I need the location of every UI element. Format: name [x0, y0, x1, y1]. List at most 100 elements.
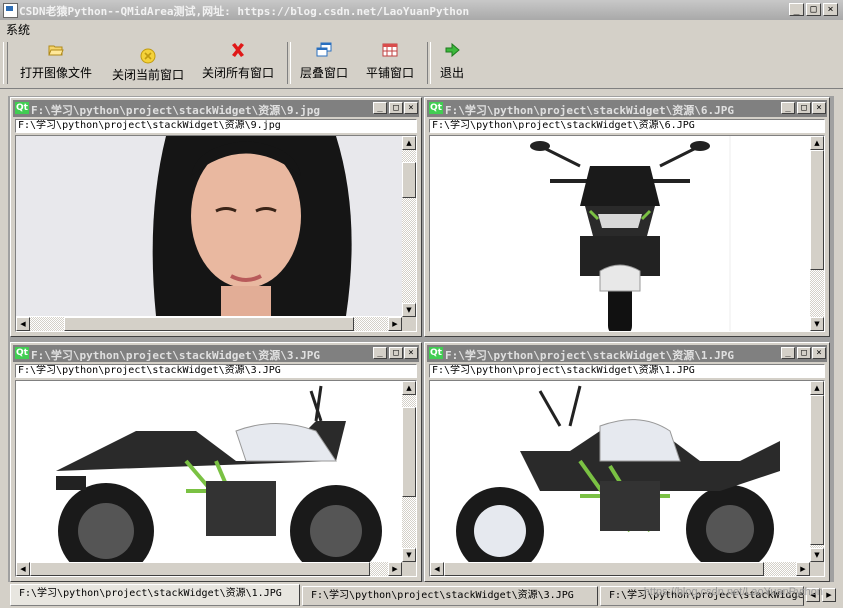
tab-3-jpg[interactable]: F:\学习\python\project\stackWidget\资源\3.JP…	[302, 586, 598, 606]
qt-icon: Qt	[15, 347, 29, 359]
maximize-button[interactable]: □	[797, 347, 811, 359]
maximize-button[interactable]: □	[806, 3, 821, 16]
green-arrow-icon	[445, 42, 460, 58]
watermark-text: https://blog.csdn.net/LaoYuanPython	[643, 586, 823, 598]
horizontal-scrollbar[interactable]: ◀ ▶	[16, 562, 402, 576]
subwindow-1-jpg[interactable]: Qt F:\学习\python\project\stackWidget\资源\1…	[424, 342, 830, 582]
folder-open-icon	[48, 45, 64, 56]
vertical-scrollbar[interactable]: ▲ ▼	[810, 381, 824, 562]
scroll-left-arrow[interactable]: ◀	[16, 317, 30, 331]
minimize-button[interactable]: _	[781, 347, 795, 359]
toolbar-handle[interactable]	[3, 42, 8, 84]
image-scroll-area[interactable]: ▲ ▼ ◀ ▶	[15, 380, 417, 577]
qt-icon: Qt	[429, 347, 443, 359]
scroll-left-arrow[interactable]: ◀	[430, 562, 444, 576]
close-circle-icon	[140, 48, 156, 64]
subwindow-title-bar[interactable]: Qt F:\学习\python\project\stackWidget\资源\6…	[427, 100, 827, 117]
motorcycle-front-image	[430, 136, 812, 331]
scroll-up-arrow[interactable]: ▲	[810, 381, 824, 395]
scroll-corner	[402, 562, 416, 576]
image-scroll-area[interactable]: ▲ ▼ ◀ ▶	[429, 380, 825, 577]
tile-label: 平铺窗口	[365, 66, 414, 80]
subwindow-6-jpg[interactable]: Qt F:\学习\python\project\stackWidget\资源\6…	[424, 97, 830, 337]
scroll-up-arrow[interactable]: ▲	[810, 136, 824, 150]
close-button[interactable]: ×	[812, 102, 826, 114]
close-current-button[interactable]: 关闭当前窗口	[106, 42, 190, 86]
vertical-scrollbar[interactable]: ▲ ▼	[402, 136, 416, 317]
scroll-thumb[interactable]	[30, 562, 370, 576]
toolbar-separator	[427, 42, 431, 84]
menu-system[interactable]: 系统	[6, 21, 30, 38]
scroll-thumb[interactable]	[402, 162, 416, 198]
close-button[interactable]: ×	[823, 3, 838, 16]
minimize-button[interactable]: _	[789, 3, 804, 16]
minimize-button[interactable]: _	[373, 347, 387, 359]
vertical-scrollbar[interactable]: ▲ ▼	[810, 136, 824, 331]
subwindow-title: F:\学习\python\project\stackWidget\资源\1.JP…	[445, 349, 735, 362]
qt-icon: Qt	[429, 102, 443, 114]
close-all-label: 关闭所有窗口	[201, 66, 274, 80]
red-x-icon	[232, 43, 244, 57]
exit-label: 退出	[439, 66, 464, 80]
woman-portrait-image	[16, 136, 404, 316]
qt-icon: Qt	[15, 102, 29, 114]
subwindow-title-bar[interactable]: Qt F:\学习\python\project\stackWidget\资源\9…	[13, 100, 419, 117]
scroll-right-arrow[interactable]: ▶	[796, 562, 810, 576]
cascade-button[interactable]: 层叠窗口	[294, 42, 354, 86]
exit-button[interactable]: 退出	[434, 42, 470, 86]
subwindow-3-jpg[interactable]: Qt F:\学习\python\project\stackWidget\资源\3…	[10, 342, 422, 582]
mdi-area[interactable]: Qt F:\学习\python\project\stackWidget\资源\9…	[8, 96, 834, 582]
scroll-thumb[interactable]	[810, 150, 824, 270]
cascade-windows-icon	[316, 42, 332, 57]
maximize-button[interactable]: □	[389, 347, 403, 359]
image-path-label: F:\学习\python\project\stackWidget\资源\3.JP…	[15, 364, 417, 378]
minimize-button[interactable]: _	[373, 102, 387, 114]
scroll-right-arrow[interactable]: ▶	[388, 562, 402, 576]
horizontal-scrollbar[interactable]: ◀ ▶	[16, 317, 402, 331]
cascade-label: 层叠窗口	[299, 66, 348, 80]
subwindow-title-bar[interactable]: Qt F:\学习\python\project\stackWidget\资源\3…	[13, 345, 419, 362]
tile-windows-icon	[382, 43, 398, 57]
image-path-label: F:\学习\python\project\stackWidget\资源\1.JP…	[429, 364, 825, 378]
toolbar-separator	[287, 42, 291, 84]
subwindow-title-bar[interactable]: Qt F:\学习\python\project\stackWidget\资源\1…	[427, 345, 827, 362]
subwindow-title: F:\学习\python\project\stackWidget\资源\3.JP…	[31, 349, 321, 362]
scroll-corner	[402, 317, 416, 331]
tab-1-jpg[interactable]: F:\学习\python\project\stackWidget\资源\1.JP…	[10, 584, 300, 606]
scroll-down-arrow[interactable]: ▼	[810, 548, 824, 562]
scroll-down-arrow[interactable]: ▼	[810, 317, 824, 331]
window-title-bar[interactable]: CSDN老猿Python--QMidArea测试,网址: https://blo…	[0, 0, 843, 20]
scroll-up-arrow[interactable]: ▲	[402, 381, 416, 395]
scroll-thumb[interactable]	[444, 562, 764, 576]
maximize-button[interactable]: □	[389, 102, 403, 114]
scroll-down-arrow[interactable]: ▼	[402, 548, 416, 562]
motorcycle-angle-image	[430, 381, 812, 566]
close-current-label: 关闭当前窗口	[111, 68, 184, 82]
minimize-button[interactable]: _	[781, 102, 795, 114]
image-path-label: F:\学习\python\project\stackWidget\资源\9.jp…	[15, 119, 417, 133]
scroll-thumb[interactable]	[402, 407, 416, 497]
subwindow-9-jpg[interactable]: Qt F:\学习\python\project\stackWidget\资源\9…	[10, 97, 422, 337]
close-all-button[interactable]: 关闭所有窗口	[196, 42, 280, 86]
scroll-thumb[interactable]	[64, 317, 354, 331]
scroll-thumb[interactable]	[810, 395, 824, 545]
scroll-down-arrow[interactable]: ▼	[402, 303, 416, 317]
horizontal-scrollbar[interactable]: ◀ ▶	[430, 562, 810, 576]
close-button[interactable]: ×	[404, 347, 418, 359]
subwindow-title: F:\学习\python\project\stackWidget\资源\9.jp…	[31, 104, 321, 117]
app-icon	[3, 3, 18, 18]
image-path-label: F:\学习\python\project\stackWidget\资源\6.JP…	[429, 119, 825, 133]
close-button[interactable]: ×	[404, 102, 418, 114]
image-scroll-area[interactable]: ▲ ▼	[429, 135, 825, 332]
maximize-button[interactable]: □	[797, 102, 811, 114]
vertical-scrollbar[interactable]: ▲ ▼	[402, 381, 416, 562]
tile-button[interactable]: 平铺窗口	[360, 42, 420, 86]
tab-scroll-right[interactable]: ▶	[822, 588, 836, 602]
scroll-up-arrow[interactable]: ▲	[402, 136, 416, 150]
image-scroll-area[interactable]: ▲ ▼ ◀ ▶	[15, 135, 417, 332]
open-image-button[interactable]: 打开图像文件	[14, 42, 98, 86]
scroll-corner	[810, 562, 824, 576]
scroll-left-arrow[interactable]: ◀	[16, 562, 30, 576]
scroll-right-arrow[interactable]: ▶	[388, 317, 402, 331]
close-button[interactable]: ×	[812, 347, 826, 359]
